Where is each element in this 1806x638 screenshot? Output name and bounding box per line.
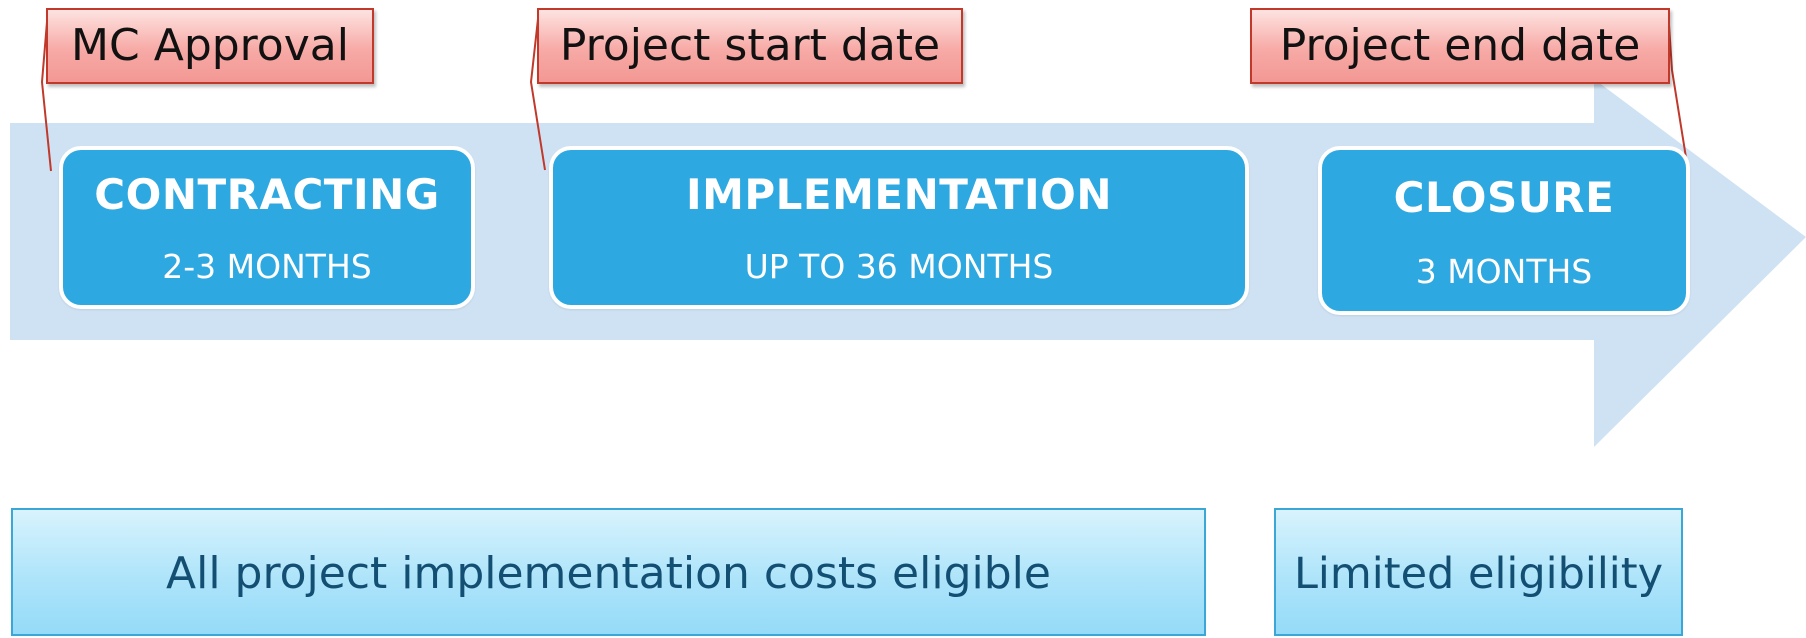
callout-project-end-date: Project end date [1250,8,1670,84]
phase-contracting: CONTRACTING 2-3 MONTHS [59,146,475,309]
cost-eligibility-limited: Limited eligibility [1274,508,1683,636]
phase-title: IMPLEMENTATION [685,170,1113,219]
phase-closure: CLOSURE 3 MONTHS [1318,146,1690,315]
phase-title: CONTRACTING [94,170,440,219]
phase-duration: 3 MONTHS [1415,252,1593,291]
phase-duration: 2-3 MONTHS [162,247,372,286]
phase-duration: UP TO 36 MONTHS [744,247,1054,286]
phase-title: CLOSURE [1393,173,1615,222]
callout-project-start-date: Project start date [537,8,963,84]
phase-implementation: IMPLEMENTATION UP TO 36 MONTHS [549,146,1249,309]
cost-eligibility-full: All project implementation costs eligibl… [11,508,1206,636]
callout-mc-approval: MC Approval [46,8,374,84]
